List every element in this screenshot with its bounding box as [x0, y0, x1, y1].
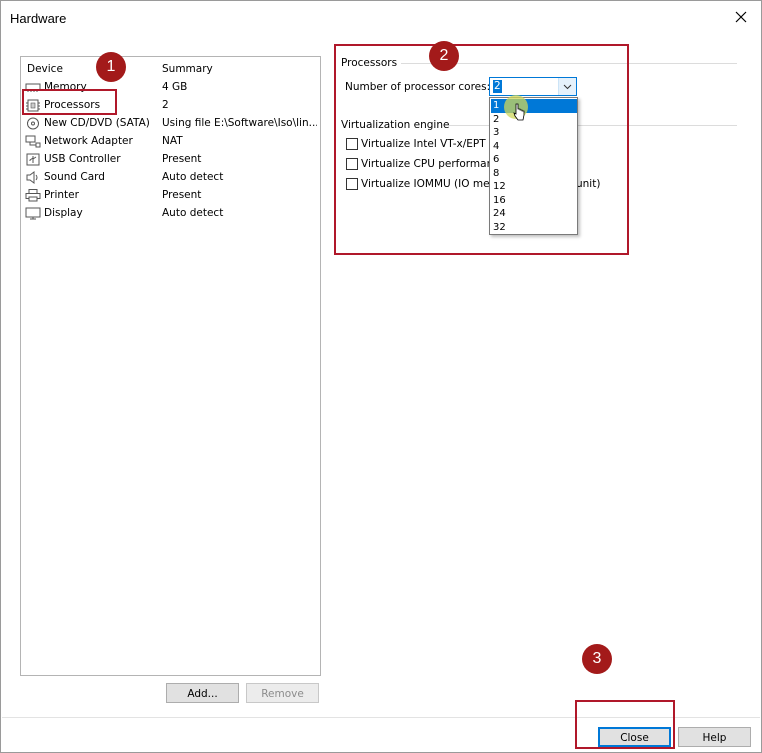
dialog-title: Hardware [10, 11, 67, 26]
cd-dvd-icon [27, 117, 39, 130]
add-button[interactable]: Add... [166, 683, 239, 703]
device-column-header: Device [27, 63, 63, 75]
device-summary: 4 GB [162, 81, 188, 93]
annotation-badge-2: 2 [429, 41, 459, 71]
device-name: Display [44, 207, 83, 219]
monitor-icon [25, 207, 41, 220]
device-row-printer[interactable]: Printer Present [21, 187, 320, 205]
hardware-dialog: Hardware Device Summary Memory 4 GB Proc… [0, 0, 762, 753]
device-summary: Auto detect [162, 207, 224, 219]
remove-button[interactable]: Remove [246, 683, 319, 703]
printer-icon [25, 189, 41, 202]
device-row-display[interactable]: Display Auto detect [21, 205, 320, 223]
device-row-network-adapter[interactable]: Network Adapter NAT [21, 133, 320, 151]
device-summary: Auto detect [162, 171, 224, 183]
device-row-cd-dvd[interactable]: New CD/DVD (SATA) Using file E:\Software… [21, 115, 320, 133]
device-summary: Present [162, 153, 202, 165]
annotation-box-2 [334, 44, 629, 255]
device-row-usb-controller[interactable]: USB Controller Present [21, 151, 320, 169]
device-name: Network Adapter [44, 135, 133, 147]
device-summary: NAT [162, 135, 183, 147]
annotation-badge-1: 1 [96, 52, 126, 82]
device-summary: Using file E:\Software\Iso\lin... [162, 117, 317, 129]
device-name: New CD/DVD (SATA) [44, 117, 150, 129]
device-list: Device Summary Memory 4 GB Processors 2 [20, 56, 321, 676]
help-button[interactable]: Help [678, 727, 751, 747]
usb-icon [26, 153, 40, 166]
annotation-badge-3: 3 [582, 644, 612, 674]
annotation-box-3 [575, 700, 675, 749]
close-icon[interactable] [733, 9, 749, 25]
device-name: Printer [44, 189, 79, 201]
device-name: Sound Card [44, 171, 105, 183]
device-name: USB Controller [44, 153, 121, 165]
annotation-box-1 [22, 89, 117, 115]
device-summary: 2 [162, 99, 169, 111]
device-summary: Present [162, 189, 202, 201]
speaker-icon [26, 171, 38, 184]
network-icon [25, 135, 41, 148]
summary-column-header: Summary [162, 63, 213, 75]
device-row-sound-card[interactable]: Sound Card Auto detect [21, 169, 320, 187]
